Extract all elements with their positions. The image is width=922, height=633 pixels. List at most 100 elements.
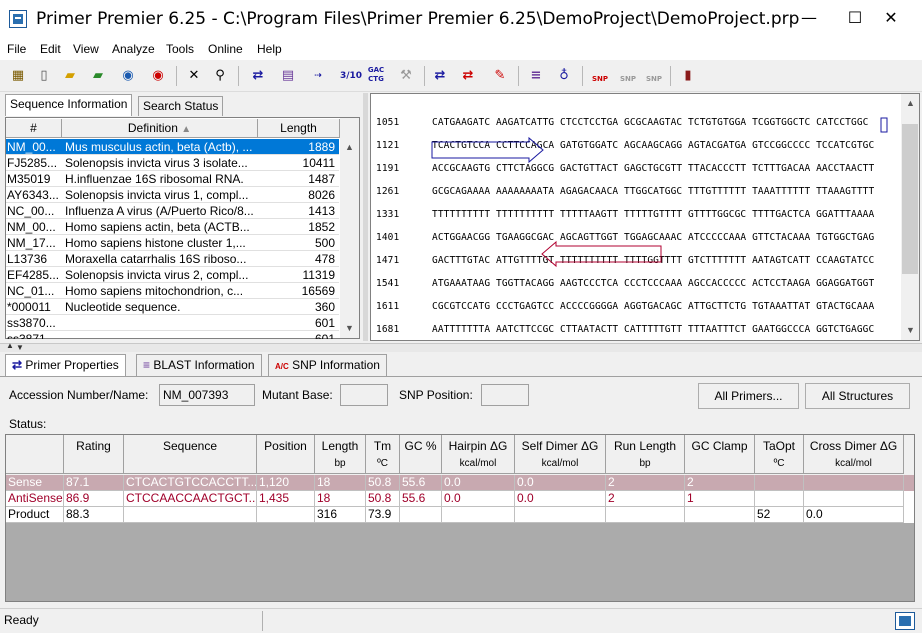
menu-help[interactable]: Help	[257, 42, 282, 56]
tab-sequence-information[interactable]: Sequence Information	[5, 94, 133, 116]
scroll-thumb[interactable]	[902, 124, 918, 274]
menu-file[interactable]: File	[7, 42, 26, 56]
grid-row[interactable]: AntiSense 86.9 CTCCAACCAACTGCT... 1,435 18 50…	[6, 491, 914, 507]
grid-column-header[interactable]: Position	[257, 435, 315, 474]
alignment-icon[interactable]: ▤	[278, 66, 298, 86]
sequence-list-row[interactable]: *000011 Nucleotide sequence. 360	[6, 299, 339, 315]
snp-add-icon[interactable]: SNP	[590, 66, 610, 86]
collapse-down-icon[interactable]: ▼	[16, 343, 24, 352]
sequence-list-row[interactable]: NM_17... Homo sapiens histone cluster 1,.…	[6, 235, 339, 251]
sequence-list-row[interactable]: NC_00... Influenza A virus (A/Puerto Rico…	[6, 203, 339, 219]
mutant-base-field[interactable]	[340, 384, 388, 406]
grid-row[interactable]: Product 88.3 316 73.9 52 0.0	[6, 507, 914, 523]
dbsnp-icon[interactable]: ◉	[148, 66, 168, 86]
row-accession: NM_00...	[7, 140, 56, 154]
sequence-list-row[interactable]: NC_01... Homo sapiens mitochondrion, c...…	[6, 283, 339, 299]
menu-online[interactable]: Online	[208, 42, 243, 56]
grid-column-header[interactable]: Self Dimer ΔG kcal/mol	[515, 435, 606, 474]
manual-book-icon[interactable]: ▮	[678, 66, 698, 86]
import-icon[interactable]: ▰	[88, 66, 108, 86]
row-length: 1852	[308, 220, 335, 234]
grid-cell: 88.3	[64, 507, 124, 523]
minimize-button[interactable]: —	[786, 0, 832, 38]
sequence-rows: NM_00... Mus musculus actin, beta (Actb),…	[6, 139, 340, 339]
restriction-icon[interactable]: ⚒	[396, 66, 416, 86]
sequence-list-row[interactable]: AY6343... Solenopsis invicta virus 1, com…	[6, 187, 339, 203]
sequence-list-row[interactable]: ss3870... 601	[6, 315, 339, 331]
menu-view[interactable]: View	[73, 42, 99, 56]
horizontal-splitter[interactable]: ▲ ▼	[0, 341, 922, 352]
column-header-length[interactable]: Length	[258, 119, 340, 138]
ratio-3-10-icon[interactable]: 3/10	[340, 66, 362, 86]
row-length: 500	[314, 236, 335, 250]
column-header-definition[interactable]: Definition ▲	[62, 119, 258, 138]
header-title: GC %	[404, 439, 437, 453]
snp-position-field[interactable]	[481, 384, 529, 406]
header-title: Tm	[373, 439, 392, 453]
sequence-list-row[interactable]: EF4285... Solenopsis invicta virus 2, com…	[6, 267, 339, 283]
menu-analyze[interactable]: Analyze	[112, 42, 155, 56]
sequence-list-row[interactable]: NM_00... Mus musculus actin, beta (Actb),…	[6, 139, 339, 155]
row-accession: NM_00...	[7, 220, 56, 234]
accession-field[interactable]: NM_007393	[159, 384, 255, 406]
search-icon[interactable]: ♁	[554, 66, 574, 86]
toolbar-separator	[238, 66, 239, 86]
sequence-list-row[interactable]: M35019 H.influenzae 16S ribosomal RNA. 148…	[6, 171, 339, 187]
tab-snp-information[interactable]: A/C SNP Information	[268, 354, 387, 376]
gac-ctg-icon[interactable]: GAC CTG	[366, 66, 386, 86]
delete-icon[interactable]: ✕	[184, 66, 204, 86]
grid-column-header[interactable]: Rating	[64, 435, 124, 474]
grid-column-header[interactable]: TaOpt ºC	[755, 435, 804, 474]
primer-edit-icon[interactable]: ⇄	[458, 66, 478, 86]
sequence-view-scrollbar[interactable]: ▲ ▼	[901, 94, 919, 340]
tab-search-status[interactable]: Search Status	[138, 96, 224, 116]
row-accession: ss3870...	[7, 316, 56, 330]
sequence-list-row[interactable]: ss3871 601	[6, 331, 339, 339]
project-icon[interactable]: ▦	[8, 66, 28, 86]
scroll-up-icon[interactable]: ▲	[341, 139, 358, 156]
sequence-list-row[interactable]: NM_00... Homo sapiens actin, beta (ACTB..…	[6, 219, 339, 235]
genbank-icon[interactable]: ◉	[118, 66, 138, 86]
sequence-list-scrollbar[interactable]: ▲ ▼	[340, 118, 359, 338]
grid-cell: 55.6	[400, 475, 442, 491]
highlighter-icon[interactable]: ✎	[490, 66, 510, 86]
sequence-list-row[interactable]: FJ5285... Solenopsis invicta virus 3 isol…	[6, 155, 339, 171]
menu-tools[interactable]: Tools	[166, 42, 194, 56]
grid-column-header[interactable]: Tm ºC	[366, 435, 400, 474]
grid-column-header[interactable]: Length bp	[315, 435, 366, 474]
toolbar-separator	[518, 66, 519, 86]
primer-pair-icon[interactable]: ⇄	[430, 66, 450, 86]
sequence-list-row[interactable]: L13736 Moraxella catarrhalis 16S riboso..…	[6, 251, 339, 267]
open-folder-icon[interactable]: ▰	[60, 66, 80, 86]
all-primers-button[interactable]: All Primers...	[698, 383, 799, 409]
grid-column-header[interactable]: Cross Dimer ΔG kcal/mol	[804, 435, 904, 474]
collapse-up-icon[interactable]: ▲	[6, 341, 14, 350]
grid-cell	[515, 507, 606, 523]
tab-primer-properties[interactable]: ⇄ Primer Properties	[5, 354, 126, 376]
close-button[interactable]: ✕	[868, 0, 914, 38]
row-accession: FJ5285...	[7, 156, 58, 170]
find-icon[interactable]: ⚲	[210, 66, 230, 86]
primer-design-icon[interactable]: ⇄	[248, 66, 268, 86]
scroll-up-icon[interactable]: ▲	[902, 95, 919, 112]
scroll-down-icon[interactable]: ▼	[902, 322, 919, 339]
scroll-down-icon[interactable]: ▼	[341, 320, 358, 337]
translate-icon[interactable]: ⇢	[308, 66, 328, 86]
header-unit: bp	[334, 458, 346, 469]
column-header-number[interactable]: #	[6, 119, 62, 138]
grid-column-header[interactable]: GC %	[400, 435, 442, 474]
new-file-icon[interactable]: ▯	[34, 66, 54, 86]
all-structures-button[interactable]: All Structures	[805, 383, 910, 409]
grid-row[interactable]: Sense 87.1 CTCACTGTCCACCTT... 1,120 18 50.8 55…	[6, 475, 914, 491]
tab-divider	[0, 376, 922, 377]
grid-column-header[interactable]: Run Length bp	[606, 435, 685, 474]
header-title: Self Dimer ΔG	[521, 439, 599, 453]
vertical-splitter[interactable]	[363, 93, 368, 341]
grid-column-header[interactable]: Hairpin ΔG kcal/mol	[442, 435, 515, 474]
grid-column-header[interactable]	[6, 435, 64, 474]
blast-icon[interactable]: ≡	[526, 66, 546, 86]
grid-column-header[interactable]: Sequence	[124, 435, 257, 474]
tab-blast-information[interactable]: ≡ BLAST Information	[136, 354, 262, 376]
grid-column-header[interactable]: GC Clamp	[685, 435, 755, 474]
menu-edit[interactable]: Edit	[40, 42, 61, 56]
